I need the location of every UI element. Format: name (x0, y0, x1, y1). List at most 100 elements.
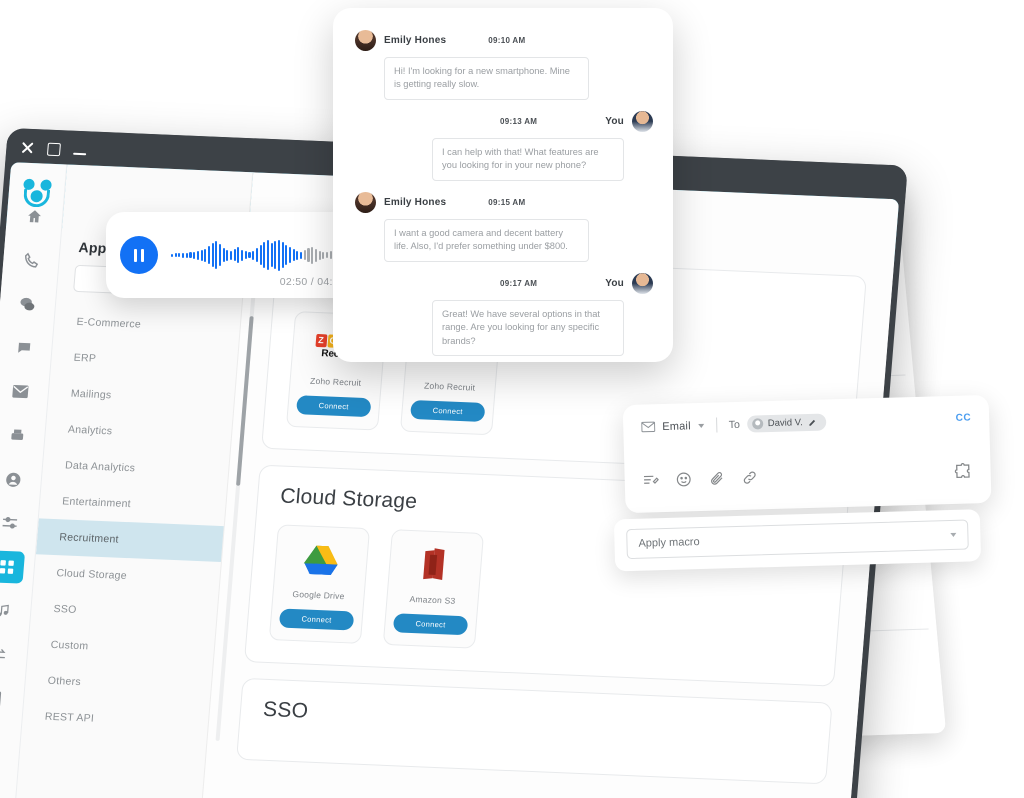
email-toolbar (643, 462, 973, 488)
sidebar-item-analytics[interactable] (0, 726, 10, 759)
waveform-bar (292, 249, 295, 261)
chat-timestamp: 09:13 AM (500, 116, 538, 126)
chat-panel: Emily Hones 09:10 AM Hi! I'm looking for… (333, 8, 673, 362)
divider (715, 417, 717, 433)
chat-bubbles-icon (20, 297, 35, 310)
sidebar-item-rest-api[interactable]: REST API (21, 698, 209, 742)
app-name: Zoho Recruit (309, 375, 362, 388)
analytics-pie-icon (0, 734, 1, 752)
waveform-bar (193, 251, 196, 259)
audio-player: 02:50 / 04:01 (106, 212, 362, 298)
waveform-bar (178, 253, 181, 257)
waveform-bar (196, 250, 199, 260)
avatar (355, 30, 376, 51)
sidebar-item-calls[interactable] (13, 243, 50, 276)
waveform-bar (259, 245, 262, 265)
chat-timestamp: 09:15 AM (488, 197, 526, 207)
phone-icon (24, 252, 38, 268)
email-compose-popup: Email To David V. CC Apply macro (610, 387, 1005, 588)
sidebar-item-music[interactable] (0, 594, 21, 627)
sliders-icon (2, 517, 18, 529)
waveform-bar (289, 247, 292, 263)
music-icon (0, 604, 9, 617)
waveform-bar (218, 244, 222, 266)
signature-icon[interactable] (643, 472, 659, 488)
waveform-bar (325, 252, 328, 258)
minimize-button[interactable] (73, 152, 87, 155)
chevron-down-icon (950, 532, 957, 538)
waveform-bar (174, 253, 177, 257)
app-card-amazon-s3[interactable]: Amazon S3 Connect (382, 529, 485, 649)
waveform-bar (263, 242, 266, 268)
waveform-bar (252, 250, 255, 260)
connect-button[interactable]: Connect (392, 613, 469, 636)
link-icon[interactable] (741, 469, 757, 485)
sidebar-item-sliders[interactable] (0, 506, 28, 539)
waveform-bar (207, 246, 210, 264)
sidebar-item-messages[interactable] (6, 331, 43, 364)
sidebar-item-mail[interactable] (2, 375, 39, 408)
recipient-chip[interactable]: David V. (746, 413, 827, 433)
close-button[interactable] (20, 141, 35, 156)
waveform-bar (281, 242, 284, 268)
waveform-bar (266, 240, 269, 270)
waveform-bar (255, 248, 258, 262)
avatar (355, 191, 376, 213)
chat-message: Emily Hones 09:15 AM I want a good camer… (355, 191, 653, 262)
email-compose-card: Email To David V. CC (622, 394, 992, 514)
cc-button[interactable]: CC (956, 412, 972, 423)
sidebar-item-broadcast[interactable] (0, 419, 35, 452)
app-card-google-drive[interactable]: Google Drive Connect (268, 524, 371, 644)
settings-button[interactable] (0, 768, 7, 786)
chat-message-header: 09:17 AM You (355, 272, 653, 294)
contact-icon (6, 472, 21, 487)
sidebar-item-contacts[interactable] (0, 463, 32, 496)
waveform-bar (185, 252, 188, 258)
connect-button[interactable]: Connect (409, 399, 486, 422)
waveform-bar (200, 249, 203, 261)
sidebar-item-transfer[interactable] (0, 638, 18, 671)
paperclip-icon[interactable] (708, 470, 724, 486)
waveform-bar (307, 248, 310, 262)
sidebar-item-chats[interactable] (9, 287, 46, 320)
pencil-icon[interactable] (808, 418, 817, 427)
waveform-bar (182, 252, 185, 258)
app-name: Zoho Recruit (423, 380, 476, 393)
connect-button[interactable]: Connect (295, 395, 372, 418)
app-name: Google Drive (292, 589, 345, 602)
screenshot-stage: Search (0, 0, 1024, 798)
avatar (632, 272, 653, 294)
waveform-bar (189, 252, 192, 258)
email-channel-label: Email (662, 419, 691, 433)
speech-bubble-icon (18, 342, 31, 353)
waveform-bar (285, 245, 288, 265)
pause-icon[interactable] (120, 236, 158, 274)
waveform-bar (296, 250, 299, 260)
chat-bubble: I want a good camera and decent battery … (384, 218, 589, 262)
google-drive-logo (283, 538, 360, 583)
maximize-button[interactable] (46, 142, 61, 156)
sidebar-item-apps[interactable] (0, 550, 25, 584)
subnav-list: E-Commerce ERP Mailings Analytics Data A… (21, 301, 241, 741)
amazon-s3-logo (397, 542, 474, 587)
chat-message-header: 09:13 AM You (355, 110, 653, 132)
chat-sender: You (605, 277, 624, 289)
waveform-bar (226, 249, 229, 261)
connect-button[interactable]: Connect (278, 608, 355, 631)
waveform-bar (322, 251, 325, 259)
puzzle-piece-icon[interactable] (954, 462, 972, 479)
avatar (632, 110, 653, 132)
apply-macro-select[interactable]: Apply macro (626, 519, 969, 560)
waveform-bar (237, 247, 240, 263)
chat-message: 09:13 AM You I can help with that! What … (355, 110, 653, 181)
chat-message: 09:17 AM You Great! We have several opti… (355, 272, 653, 357)
macro-bar: Apply macro (613, 509, 982, 572)
envelope-icon (641, 421, 656, 433)
waveform-bar (329, 251, 332, 259)
waveform-bar (318, 250, 321, 260)
waveform-bar (277, 239, 281, 271)
chevron-down-icon[interactable] (697, 423, 704, 428)
emoji-icon[interactable] (676, 471, 692, 487)
broadcast-icon (10, 429, 23, 440)
sidebar-item-devices[interactable] (0, 682, 14, 715)
